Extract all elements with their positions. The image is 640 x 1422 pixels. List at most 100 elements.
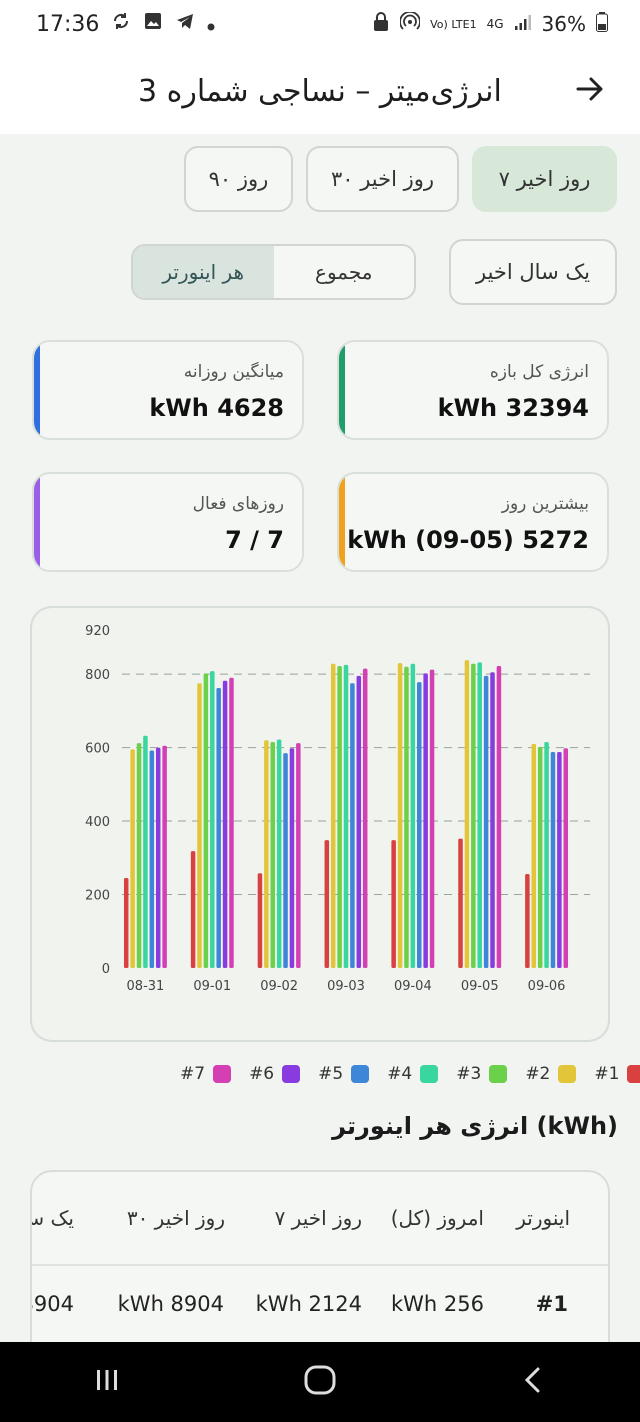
bar-inverter-7-09-06 <box>563 748 569 968</box>
bar-inverter-4-09-05 <box>477 662 482 968</box>
y-tick-label: 920 <box>85 624 110 639</box>
stat-accent-total <box>339 342 345 438</box>
table-cell-year: 8904 <box>32 1292 74 1316</box>
table-header-today: امروز (کل) <box>390 1206 484 1230</box>
sync-icon <box>111 11 131 37</box>
bar-inverter-7-08-31 <box>162 745 167 968</box>
table-divider <box>32 1264 608 1266</box>
bar-inverter-1-09-04 <box>391 840 396 968</box>
bar-inverter-6-09-02 <box>289 748 295 968</box>
bar-inverter-2-09-01 <box>197 683 202 968</box>
bar-inverter-3-09-06 <box>537 746 543 968</box>
table-cell-inverter: #1 <box>535 1292 568 1316</box>
energy-bar-chart: 0 200 400 600 800 920 08-31 09-01 09-02 09-03 09-0… <box>85 624 590 994</box>
stat-card-daily-avg: میانگین روزانه kWh 4628 <box>32 340 304 440</box>
filter-30-days[interactable]: ۳۰ روز اخیر <box>306 146 459 212</box>
legend-label: #1 <box>594 1064 620 1084</box>
bar-inverter-7-09-04 <box>429 669 435 968</box>
energy-chart-card: 0 200 400 600 800 920 08-31 09-01 09-02 09-03 09-0… <box>30 606 610 1042</box>
table-header-7days: ۷ روز اخیر <box>274 1206 362 1230</box>
filter-year-label: یک سال اخیر <box>476 260 590 284</box>
legend-item: #5 <box>318 1064 370 1084</box>
view-per-inverter[interactable]: هر اینورتر <box>133 246 274 298</box>
stat-label-total: انرژی کل بازه <box>489 362 589 382</box>
bar-inverter-3-09-05 <box>471 663 476 968</box>
bar-inverter-3-09-02 <box>270 742 275 968</box>
legend-item: #3 <box>456 1064 508 1084</box>
legend-swatch <box>420 1065 439 1083</box>
bar-inverter-4-09-04 <box>410 663 416 968</box>
filter-90-days[interactable]: ۹۰ روز <box>184 146 293 212</box>
legend-swatch <box>351 1065 370 1083</box>
bar-inverter-6-09-05 <box>490 672 495 968</box>
y-tick-label: 0 <box>102 962 110 977</box>
table-cell-7days: kWh 2124 <box>255 1292 362 1316</box>
bar-inverter-3-09-03 <box>337 666 342 968</box>
bar-inverter-1-08-31 <box>123 877 129 968</box>
legend-label: #4 <box>387 1064 413 1084</box>
system-nav-bar <box>0 1342 640 1422</box>
bar-inverter-6-08-31 <box>155 747 161 968</box>
bar-inverter-5-09-02 <box>283 753 288 968</box>
bar-inverter-2-09-03 <box>330 663 336 968</box>
battery-icon <box>596 11 608 37</box>
bar-inverter-3-08-31 <box>136 743 142 968</box>
view-toggle: هر اینورتر مجموع <box>131 244 416 300</box>
bar-inverter-5-09-05 <box>483 675 489 968</box>
filter-year[interactable]: یک سال اخیر <box>449 239 617 305</box>
back-nav-button[interactable] <box>503 1352 563 1412</box>
x-tick-label: 09-01 <box>193 979 231 994</box>
bar-inverter-2-09-05 <box>464 660 470 968</box>
bar-inverter-1-09-06 <box>525 873 530 968</box>
legend-swatch <box>558 1065 577 1083</box>
home-button[interactable] <box>290 1352 350 1412</box>
x-tick-label: 09-03 <box>327 979 365 994</box>
recents-button[interactable] <box>77 1352 137 1412</box>
x-tick-label: 09-04 <box>394 979 432 994</box>
lock-icon <box>372 11 390 37</box>
legend-label: #5 <box>318 1064 344 1084</box>
view-total[interactable]: مجموع <box>273 246 414 298</box>
status-time: 17:36 <box>36 11 100 37</box>
bar-inverter-2-09-06 <box>531 743 537 968</box>
legend-item: #1 <box>594 1064 640 1084</box>
filter-7-days[interactable]: ۷ روز اخیر <box>472 146 617 212</box>
legend-label: #3 <box>456 1064 482 1084</box>
y-tick-label: 800 <box>85 668 110 683</box>
bar-inverter-6-09-03 <box>356 675 362 968</box>
filter-7-days-label: ۷ روز اخیر <box>498 167 591 191</box>
back-button[interactable] <box>570 71 610 111</box>
signal-icon <box>514 12 532 36</box>
stat-label-daily-avg: میانگین روزانه <box>183 362 284 382</box>
bar-inverter-5-09-06 <box>550 751 556 968</box>
legend-label: #6 <box>249 1064 275 1084</box>
inverter-energy-table: اینورتر امروز (کل) ۷ روز اخیر ۳۰ روز اخی… <box>30 1170 610 1370</box>
bar-inverter-6-09-01 <box>222 680 228 968</box>
legend-swatch <box>213 1065 232 1083</box>
hotspot-icon <box>399 10 422 37</box>
status-right: Vo) LTE1 4G 36% <box>372 10 608 37</box>
dot-icon <box>207 12 215 37</box>
x-tick-label: 08-31 <box>127 979 165 994</box>
table-header-30days: ۳۰ روز اخیر <box>126 1206 225 1230</box>
bar-inverter-4-08-31 <box>143 735 148 968</box>
stat-value-max-day: kWh (09-05) 5272 <box>347 526 589 554</box>
legend-label: #2 <box>525 1064 551 1084</box>
legend-label: #7 <box>180 1064 206 1084</box>
bar-inverter-4-09-01 <box>210 671 215 968</box>
stat-value-active-days: 7 / 7 <box>225 526 284 554</box>
bar-inverter-7-09-05 <box>496 666 502 968</box>
gallery-icon <box>143 11 163 37</box>
y-tick-label: 600 <box>85 742 110 757</box>
view-per-inverter-label: هر اینورتر <box>162 260 245 284</box>
bar-inverter-5-09-04 <box>417 682 422 968</box>
bar-inverter-7-09-01 <box>229 677 234 968</box>
bar-inverter-2-09-02 <box>264 740 269 968</box>
stat-accent-active-days <box>34 474 40 570</box>
page-title: انرژی‌میتر – نساجی شماره 3 <box>138 73 502 109</box>
bar-inverter-1-09-01 <box>190 851 196 968</box>
network-type: 4G <box>486 17 504 31</box>
stat-card-total: انرژی کل بازه kWh 32394 <box>337 340 609 440</box>
stat-value-daily-avg: kWh 4628 <box>149 394 284 422</box>
legend-swatch <box>627 1065 640 1083</box>
